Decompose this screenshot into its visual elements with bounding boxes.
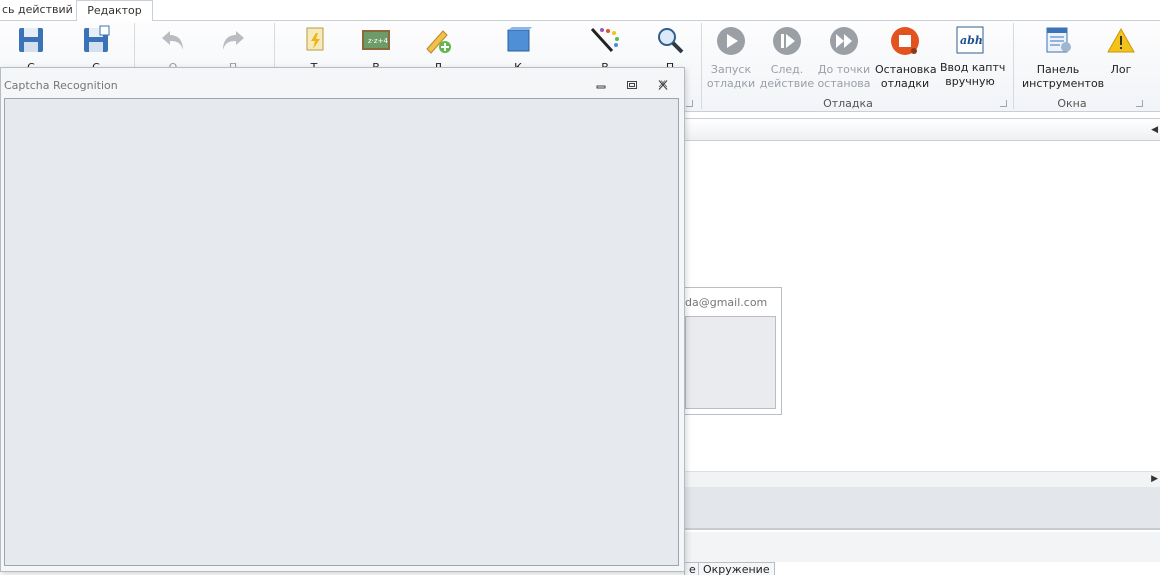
step-circle-icon [773,27,801,55]
chalkboard-icon: z·z+4 [362,30,390,50]
document-tab-strip: ◀ [684,118,1160,141]
stop-circle-icon [891,27,919,55]
ribbon-tab-bar: сь действий Редактор [0,0,1160,22]
stop-debug-label-2: отладки [880,77,930,90]
group-launcher-icon[interactable] [1136,100,1143,107]
manual-captcha-button[interactable]: abh Ввод каптч вручную [940,25,1005,89]
manual-captcha-label-2: вручную [945,75,995,88]
close-icon[interactable] [656,79,670,91]
run-to-breakpoint-label-2: останова [817,77,871,90]
run-to-breakpoint-label-1: До точки [817,63,871,76]
cube-icon [507,27,532,52]
start-debug-label-2: отладки [706,77,756,90]
minimize-icon[interactable] [594,79,608,91]
bottom-panel-header [684,487,1160,530]
next-action-button[interactable]: След. действие [757,25,817,91]
action-block-preview [685,316,776,409]
log-button-label: Лог [1110,63,1132,76]
horizontal-scrollbar[interactable]: ▶ [684,471,1160,487]
stop-debug-label-1: Остановка [875,63,937,76]
captcha-recognition-dialog: Captcha Recognition [0,67,685,572]
tab-environment[interactable]: Окружение [698,562,775,575]
group-label-debug: Отладка [823,97,873,110]
start-debug-button[interactable]: Запуск отладки [701,25,761,91]
undo-icon [162,31,183,50]
log-button[interactable]: Лог [1095,25,1147,77]
floppy-disk-save-as-icon [84,25,110,52]
ribbon-separator [1013,23,1014,109]
run-to-breakpoint-button[interactable]: До точки останова [814,25,874,91]
toolbox-panel-label-1: Панель [1036,63,1080,76]
stop-debug-button[interactable]: Остановка отладки [875,25,937,91]
fast-forward-circle-icon [830,27,858,55]
group-launcher-icon[interactable] [1000,100,1007,107]
toolbox-panel-label-2: инструментов [1022,77,1105,90]
next-action-label-2: действие [759,77,815,90]
bottom-panel [684,532,1160,562]
email-value: da@gmail.com [685,296,768,309]
dialog-title: Captcha Recognition [4,79,118,92]
captcha-icon: abh [956,26,984,54]
scroll-left-icon[interactable]: ◀ [1151,125,1158,135]
next-action-label-1: След. [770,63,804,76]
svg-text:abh: abh [960,34,983,47]
tab-editor[interactable]: Редактор [76,0,153,22]
scroll-right-icon[interactable]: ▶ [1151,474,1158,484]
start-debug-label-1: Запуск [710,63,752,76]
warning-icon [1107,27,1135,53]
play-circle-icon [717,27,745,55]
tab-actions[interactable]: сь действий [0,0,83,21]
pencil-add-icon [426,30,451,54]
svg-text:z·z+4: z·z+4 [368,37,388,45]
maximize-icon[interactable] [625,79,639,91]
scroll-lightning-icon [306,27,324,51]
captcha-image-area [4,98,679,566]
redo-icon [223,31,244,50]
magic-wand-icon [590,27,619,53]
toolbox-panel-button[interactable]: Панель инструментов [1022,25,1104,91]
magnifier-icon [658,28,684,54]
group-launcher-icon[interactable] [686,100,693,107]
group-label-windows: Окна [1057,97,1087,110]
manual-captcha-label-1: Ввод каптч [940,61,1006,74]
floppy-disk-icon [19,28,43,52]
action-block[interactable]: da@gmail.com [684,287,782,415]
toolbox-window-icon [1046,27,1071,53]
